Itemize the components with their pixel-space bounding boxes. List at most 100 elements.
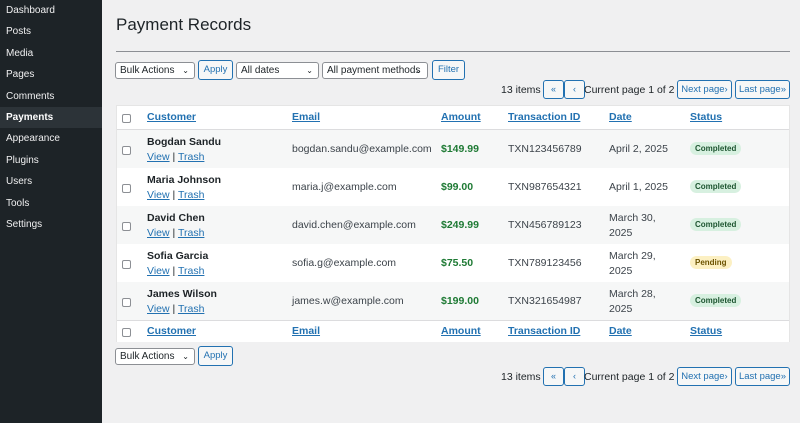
prev-page-button[interactable]: ‹ [564,367,585,386]
apply-button-bottom[interactable]: Apply [198,346,233,366]
payment-methods-select[interactable]: All payment methods ⌄ [322,62,428,79]
dates-filter-select[interactable]: All dates ⌄ [236,62,319,79]
payment-date: April 1, 2025 [609,181,668,193]
column-header-transaction-id[interactable]: Transaction ID [508,325,580,337]
column-header-email[interactable]: Email [292,325,320,337]
row-actions: View | Trash [147,227,204,239]
sidebar-item-media[interactable]: Media [0,43,102,64]
trash-link[interactable]: Trash [178,189,204,201]
payment-date: March 30, 2025 [609,212,656,239]
column-header-amount[interactable]: Amount [441,111,481,123]
row-actions: View | Trash [147,265,204,277]
column-header-customer[interactable]: Customer [147,111,196,123]
last-page-button[interactable]: Last page» [735,80,790,99]
trash-link[interactable]: Trash [178,265,204,277]
row-checkbox[interactable] [122,260,131,269]
table-row: David Chen View | Trash david.chen@examp… [117,206,789,244]
sidebar-item-plugins[interactable]: Plugins [0,150,102,171]
column-header-status[interactable]: Status [690,325,722,337]
trash-link[interactable]: Trash [178,151,204,163]
sidebar-item-posts[interactable]: Posts [0,21,102,42]
sidebar-item-payments[interactable]: Payments [0,106,102,129]
table-row: Bogdan Sandu View | Trash bogdan.sandu@e… [117,130,789,168]
first-page-button[interactable]: « [543,367,564,386]
row-checkbox[interactable] [122,298,131,307]
last-page-button[interactable]: Last page» [735,367,790,386]
column-header-customer[interactable]: Customer [147,325,196,337]
sidebar-item-dashboard[interactable]: Dashboard [0,0,102,21]
customer-name: Bogdan Sandu [147,136,222,148]
view-link[interactable]: View [147,303,170,315]
column-header-email[interactable]: Email [292,111,320,123]
view-link[interactable]: View [147,227,170,239]
title-divider [116,51,790,52]
main-content: Payment Records Bulk Actions ⌄ Apply All… [102,0,800,423]
customer-name: David Chen [147,212,205,224]
admin-sidebar: Dashboard Posts Media Pages Comments Pay… [0,0,102,423]
trash-link[interactable]: Trash [178,303,204,315]
column-header-transaction-id[interactable]: Transaction ID [508,111,580,123]
payment-methods-value: All payment methods [327,65,421,76]
current-page-indicator: Current page 1 of 2 [584,84,675,96]
bulk-actions-select-bottom[interactable]: Bulk Actions ⌄ [115,348,195,365]
trash-link[interactable]: Trash [178,227,204,239]
prev-page-button[interactable]: ‹ [564,80,585,99]
payments-table: Customer Email Amount Transaction ID Dat… [116,105,790,342]
chevron-down-icon: ⌄ [415,66,422,75]
filter-button[interactable]: Filter [432,60,465,80]
table-row: Sofia Garcia View | Trash sofia.g@exampl… [117,244,789,282]
row-checkbox[interactable] [122,146,131,155]
row-checkbox[interactable] [122,222,131,231]
chevron-down-icon: ⌄ [182,352,189,361]
sidebar-item-tools[interactable]: Tools [0,193,102,214]
column-header-status[interactable]: Status [690,111,722,123]
sidebar-item-appearance[interactable]: Appearance [0,128,102,149]
column-header-amount[interactable]: Amount [441,325,481,337]
sidebar-item-pages[interactable]: Pages [0,64,102,85]
customer-name: Maria Johnson [147,174,222,186]
customer-email: sofia.g@example.com [292,257,397,269]
customer-email: maria.j@example.com [292,181,397,193]
column-header-date[interactable]: Date [609,111,632,123]
transaction-id: TXN789123456 [508,257,582,269]
table-row: Maria Johnson View | Trash maria.j@examp… [117,168,789,206]
view-link[interactable]: View [147,265,170,277]
view-link[interactable]: View [147,151,170,163]
select-all-checkbox[interactable] [122,328,131,337]
customer-name: James Wilson [147,288,217,300]
payment-date: March 29, 2025 [609,250,656,277]
transaction-id: TXN987654321 [508,181,582,193]
transaction-id: TXN123456789 [508,143,582,155]
customer-email: david.chen@example.com [292,219,416,231]
row-actions: View | Trash [147,303,204,315]
sidebar-item-settings[interactable]: Settings [0,214,102,235]
payment-amount: $199.00 [441,295,479,307]
status-badge: Completed [690,218,742,231]
customer-email: james.w@example.com [292,295,404,307]
status-badge: Completed [690,294,742,307]
page-title: Payment Records [116,15,252,34]
first-page-button[interactable]: « [543,80,564,99]
payment-amount: $75.50 [441,257,474,269]
next-page-button[interactable]: Next page› [677,80,732,99]
sidebar-item-users[interactable]: Users [0,171,102,192]
action-separator: | [172,189,176,201]
select-all-checkbox[interactable] [122,114,131,123]
status-badge: Completed [690,142,742,155]
transaction-id: TXN456789123 [508,219,582,231]
items-count: 13 items [501,84,541,96]
bulk-actions-select[interactable]: Bulk Actions ⌄ [115,62,195,79]
row-checkbox[interactable] [122,184,131,193]
apply-button[interactable]: Apply [198,60,233,80]
payment-amount: $149.99 [441,143,479,155]
transaction-id: TXN321654987 [508,295,582,307]
row-actions: View | Trash [147,189,204,201]
payment-date: April 2, 2025 [609,143,668,155]
next-page-button[interactable]: Next page› [677,367,732,386]
chevron-down-icon: ⌄ [182,66,189,75]
row-actions: View | Trash [147,151,204,163]
bulk-actions-value: Bulk Actions [120,65,175,76]
column-header-date[interactable]: Date [609,325,632,337]
sidebar-item-comments[interactable]: Comments [0,86,102,107]
view-link[interactable]: View [147,189,170,201]
